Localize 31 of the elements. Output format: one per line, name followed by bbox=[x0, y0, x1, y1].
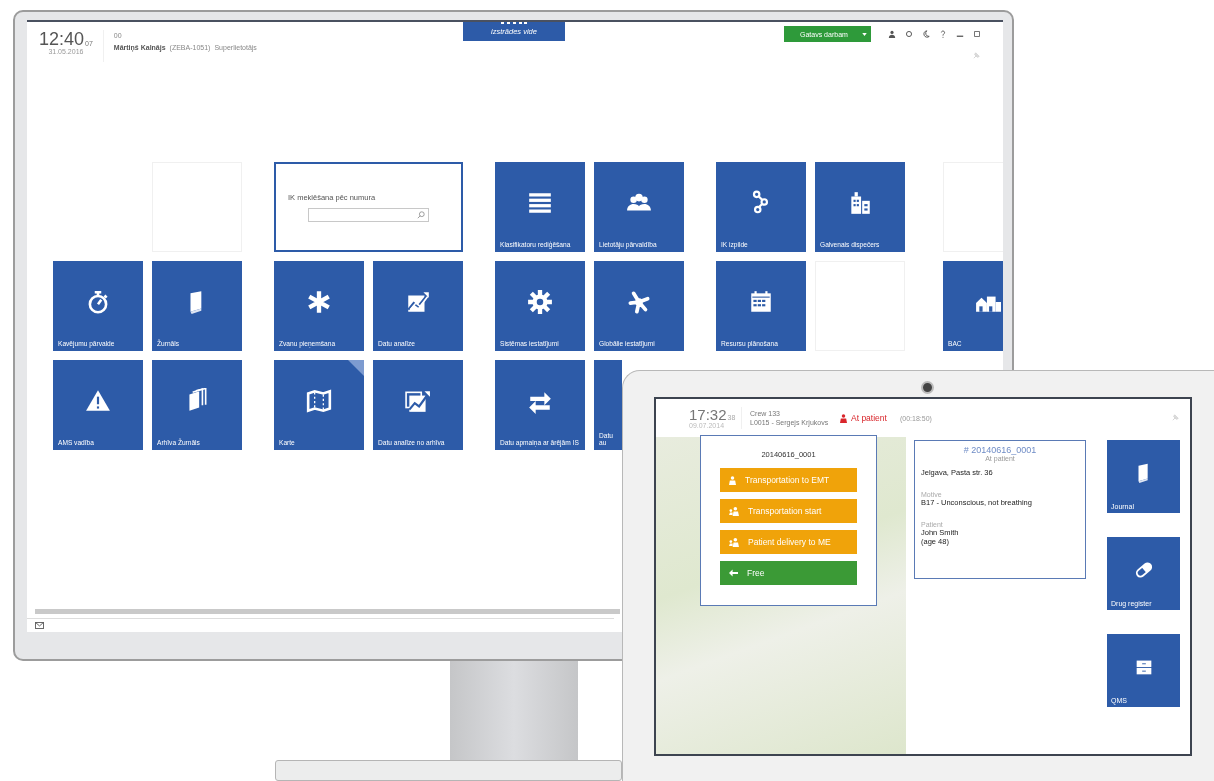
help-icon[interactable] bbox=[939, 30, 947, 38]
list-icon bbox=[527, 190, 553, 216]
gear-icon bbox=[527, 289, 553, 315]
incident-number: # 20140616_0001 bbox=[962, 445, 1038, 455]
action-button[interactable]: Free bbox=[720, 561, 857, 585]
people-icon bbox=[729, 506, 739, 516]
pin-icon bbox=[1171, 413, 1180, 422]
chart-icon bbox=[405, 289, 431, 315]
search-field[interactable] bbox=[308, 207, 429, 222]
camera-lens bbox=[921, 381, 934, 394]
pin-icon bbox=[972, 51, 981, 60]
power-icon[interactable] bbox=[905, 30, 913, 38]
warning-icon bbox=[85, 388, 111, 414]
user-icon[interactable] bbox=[888, 30, 896, 38]
mail-icon bbox=[35, 622, 44, 629]
map-icon bbox=[306, 388, 332, 414]
status-text: At patient bbox=[851, 413, 887, 423]
asterisk-icon bbox=[306, 289, 332, 315]
arrow-left-icon bbox=[729, 569, 738, 577]
chart-icon bbox=[405, 388, 431, 414]
caret-icon bbox=[862, 32, 867, 36]
person-icon bbox=[840, 413, 847, 423]
moon-icon[interactable] bbox=[922, 30, 930, 38]
clock-time: 17:32 bbox=[689, 407, 727, 422]
clock-time: 12:40 bbox=[39, 30, 85, 48]
people-icon bbox=[729, 537, 739, 547]
calendar-icon bbox=[748, 289, 774, 315]
scrollbar[interactable] bbox=[35, 609, 620, 614]
search-icon bbox=[417, 210, 425, 219]
person-icon bbox=[729, 475, 736, 485]
maximize-icon[interactable] bbox=[973, 30, 981, 38]
